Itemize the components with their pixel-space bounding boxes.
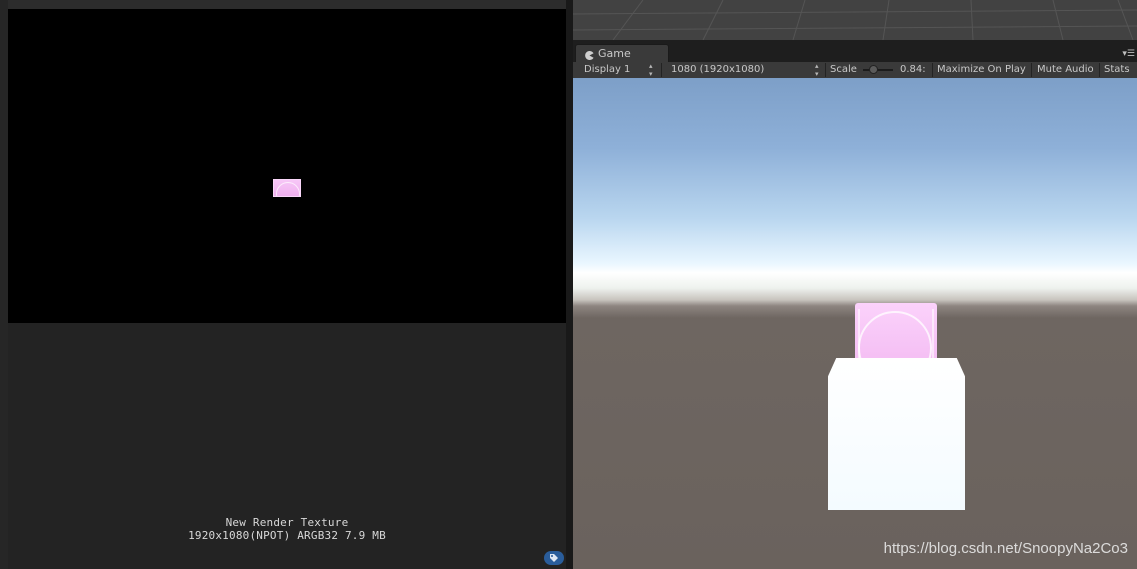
inspector-preview-panel: New Render Texture 1920x1080(NPOT) ARGB3… (0, 0, 572, 569)
resolution-dropdown[interactable]: 1080 (1920x1080) (671, 62, 764, 78)
toolbar-separator (1031, 63, 1032, 77)
tab-game[interactable]: Game (575, 44, 669, 62)
panel-menu-icon[interactable]: ▾☰ (1122, 50, 1135, 59)
preview-pink-quad (273, 179, 301, 197)
cube-texture-ring (858, 311, 932, 365)
white-cube (828, 358, 965, 510)
scale-label: Scale (830, 64, 857, 75)
scale-value: 0.84: (900, 64, 926, 75)
game-window-header: Game ▾☰ (573, 40, 1137, 62)
display-spinner-icon: ▴ ▾ (649, 62, 653, 78)
pink-textured-cube (855, 303, 937, 365)
cube-edge-right (932, 309, 934, 365)
asset-label-icon[interactable] (544, 551, 564, 565)
display-dropdown[interactable]: Display 1 (584, 62, 630, 78)
texture-info: New Render Texture 1920x1080(NPOT) ARGB3… (8, 516, 566, 542)
preview-quad-ring (276, 182, 300, 196)
preview-left-strip (0, 0, 8, 569)
toolbar-separator (825, 63, 826, 77)
texture-details: 1920x1080(NPOT) ARGB32 7.9 MB (188, 529, 386, 542)
scene-view-strip (573, 0, 1137, 40)
game-view-viewport[interactable] (573, 78, 1137, 569)
scene-grid (573, 0, 1137, 40)
tab-game-label: Game (598, 47, 631, 60)
resolution-spinner-icon: ▴ ▾ (815, 62, 819, 78)
scale-slider-thumb[interactable] (869, 65, 878, 74)
unity-editor: New Render Texture 1920x1080(NPOT) ARGB3… (0, 0, 1137, 569)
stats-toggle[interactable]: Stats (1104, 62, 1130, 78)
scale-slider-track[interactable] (863, 69, 893, 71)
texture-name: New Render Texture (225, 516, 349, 529)
maximize-on-play-toggle[interactable]: Maximize On Play (937, 62, 1026, 78)
toolbar-separator (661, 63, 662, 77)
game-toolbar: Display 1 ▴ ▾ 1080 (1920x1080) ▴ ▾ Scale 0… (573, 62, 1137, 79)
toolbar-separator (1099, 63, 1100, 77)
panel-splitter[interactable] (566, 0, 573, 569)
mute-audio-toggle[interactable]: Mute Audio (1037, 62, 1094, 78)
render-texture-preview[interactable] (8, 9, 566, 323)
watermark-text: https://blog.csdn.net/SnoopyNa2Co3 (883, 540, 1128, 557)
toolbar-separator (932, 63, 933, 77)
preview-top-strip (0, 0, 572, 9)
